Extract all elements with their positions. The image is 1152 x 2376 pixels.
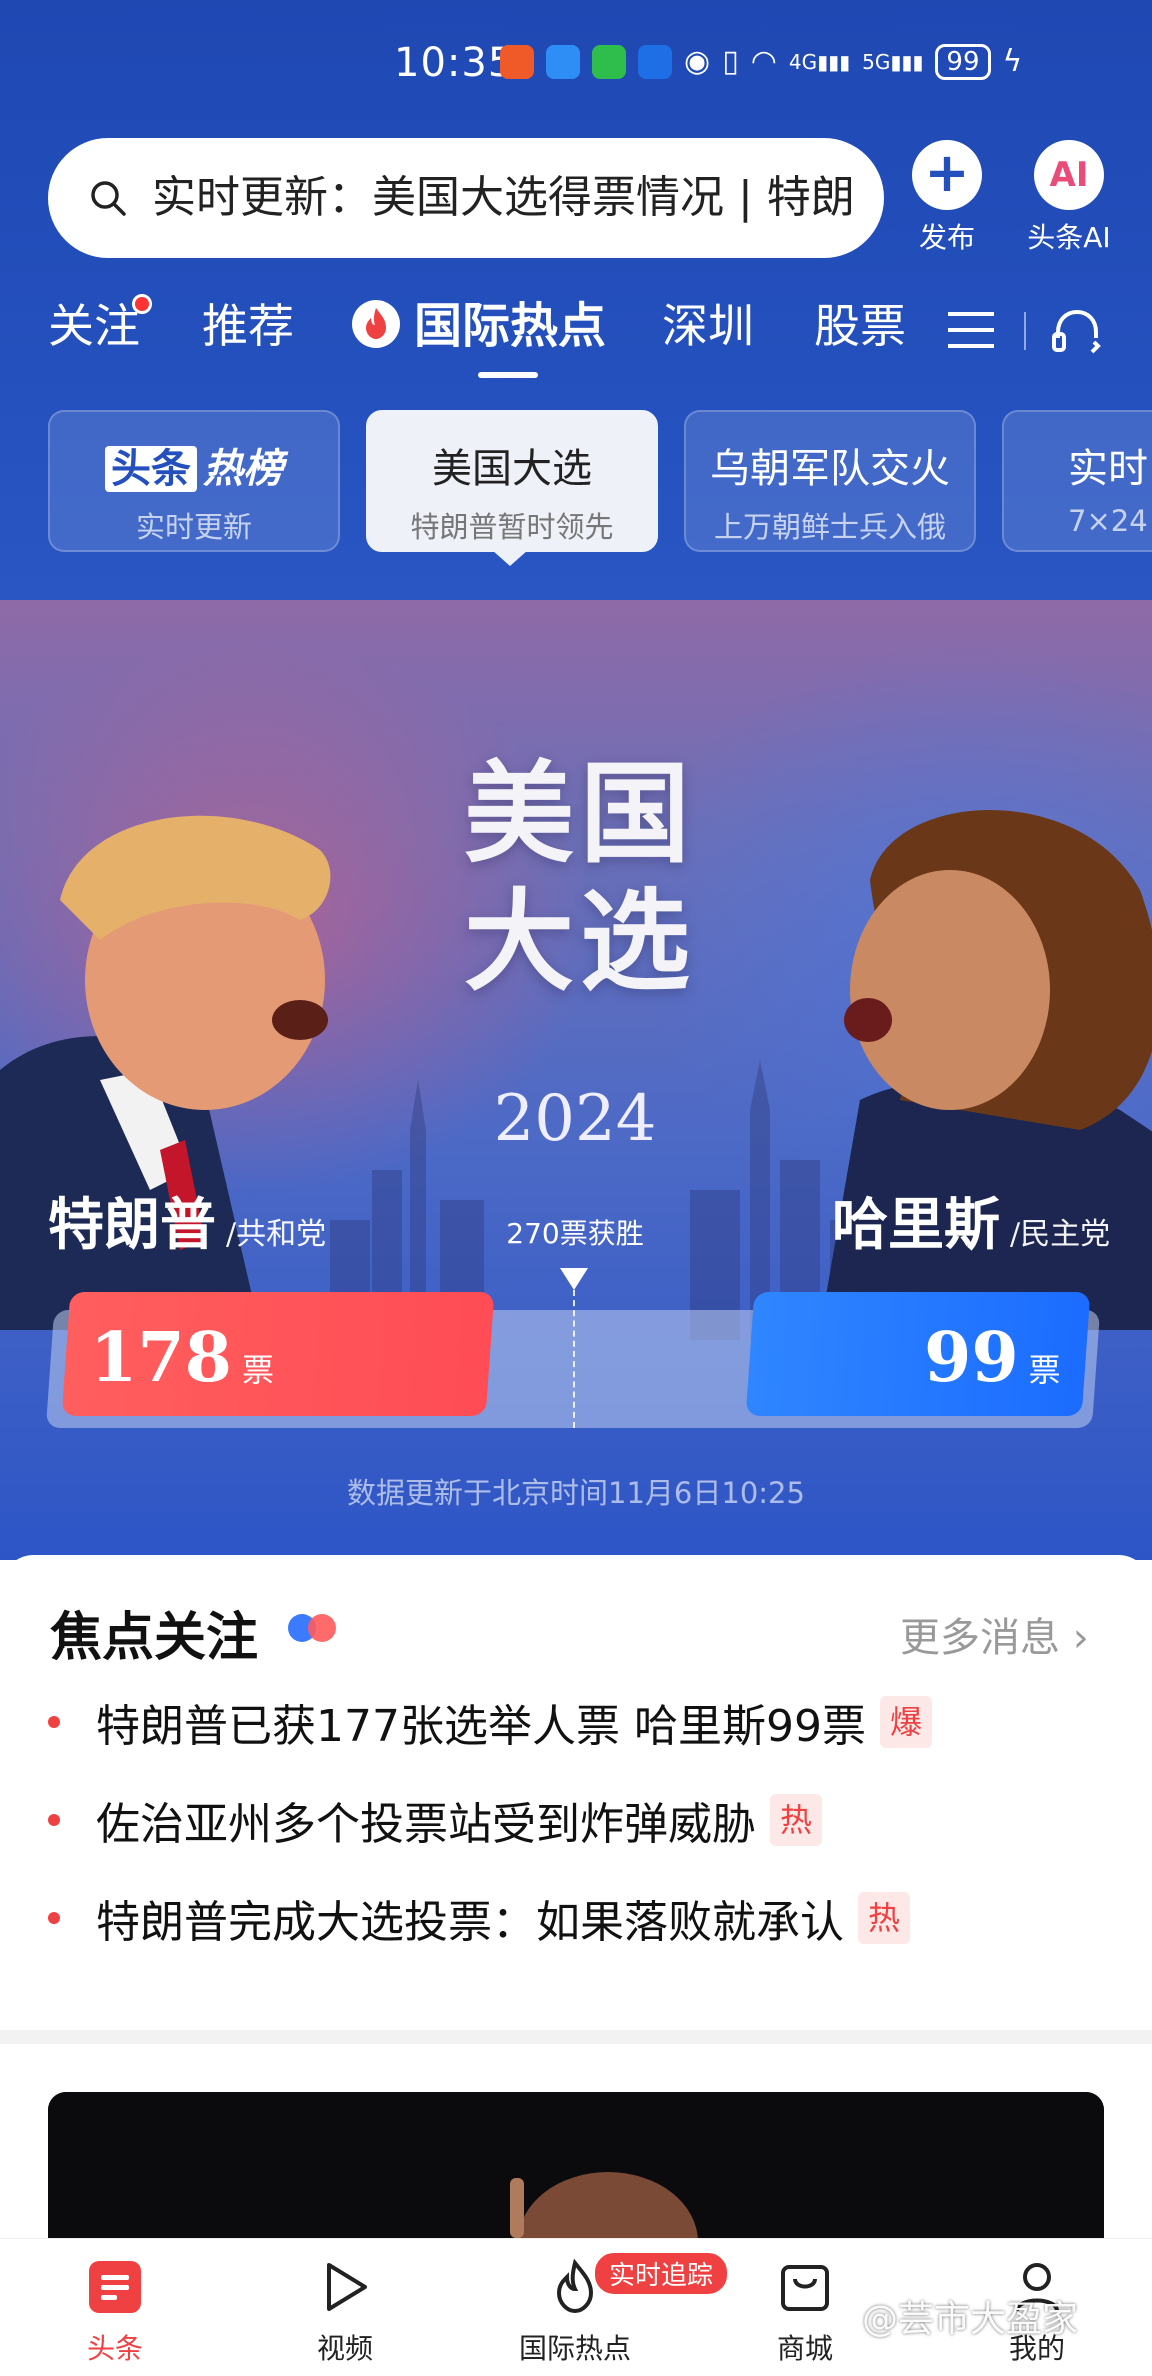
toutiao-ai-button[interactable]: AI 头条AI	[1008, 140, 1130, 260]
active-topic-pointer	[492, 550, 528, 566]
play-icon	[327, 2263, 367, 2311]
nav-video[interactable]: 视频	[270, 2257, 420, 2367]
nav-label: 商城	[776, 2332, 833, 2365]
search-suggestion-text: 实时更新：美国大选得票情况 | 特朗	[152, 172, 855, 223]
bullet	[48, 1912, 60, 1924]
plus-icon: +	[912, 140, 982, 210]
harris-vote-count: 99 票	[924, 1318, 1061, 1398]
hot-badge: 热	[770, 1794, 822, 1846]
update-timestamp: 数据更新于北京时间11月6日10:25	[347, 1476, 805, 1510]
nav-headlines[interactable]: 头条	[40, 2257, 190, 2367]
flame-icon	[352, 300, 400, 348]
topic-card-us-election[interactable]: 美国大选 特朗普暂时领先	[366, 410, 658, 552]
signal-5g-icon: 5G▮▮▮	[862, 50, 924, 74]
search-bar[interactable]: 实时更新：美国大选得票情况 | 特朗	[48, 138, 884, 258]
ai-label: 头条AI	[1027, 221, 1111, 254]
section-divider	[0, 2030, 1152, 2044]
menu-icon[interactable]	[948, 312, 994, 348]
hot-badge: 热	[858, 1892, 910, 1944]
trump-vote-count: 178 票	[90, 1318, 274, 1398]
topic-card-realtime[interactable]: 实时 7×24	[1002, 410, 1152, 552]
news-headline: 佐治亚州多个投票站受到炸弹威胁	[96, 1799, 756, 1850]
bullet	[48, 1716, 60, 1728]
win-threshold-label: 270票获胜	[506, 1217, 644, 1250]
topic-card-hot-list[interactable]: 头条 热榜 实时更新	[48, 410, 340, 552]
wechat-icon	[592, 45, 626, 79]
focus-panel: 焦点关注 更多消息 › 特朗普已获177张选举人票 哈里斯99票 爆 佐治亚州多…	[0, 1555, 1152, 2035]
app-notification-icon	[500, 45, 534, 79]
banner-year: 2024	[493, 1082, 657, 1156]
search-icon	[91, 181, 126, 216]
publish-button[interactable]: + 发布	[892, 140, 1002, 260]
unread-dot	[132, 294, 152, 314]
topic-subtitle: 7×24	[1068, 504, 1148, 538]
more-news-link[interactable]: 更多消息 ›	[900, 1605, 1089, 1663]
topic-title: 实时	[1068, 446, 1148, 492]
nav-label: 视频	[316, 2332, 373, 2365]
charging-icon: ϟ	[1002, 44, 1023, 79]
wifi-icon: ◠	[750, 44, 777, 79]
hot-list-logo: 头条 热榜	[50, 436, 338, 494]
nav-label: 国际热点	[518, 2332, 631, 2365]
video-card[interactable]	[48, 2092, 1104, 2242]
divider	[1024, 312, 1026, 350]
focus-title: 焦点关注	[50, 1608, 259, 1668]
topic-subtitle: 特朗普暂时领先	[410, 510, 614, 544]
vibrate-icon: ▯	[722, 44, 739, 79]
topic-subtitle: 实时更新	[135, 510, 252, 544]
tab-following[interactable]: 关注	[48, 294, 152, 354]
app-notification-icon	[638, 45, 672, 79]
publish-label: 发布	[918, 221, 975, 254]
eye-icon: ◉	[684, 44, 711, 79]
app-notification-icon	[546, 45, 580, 79]
status-time: 10:35	[394, 40, 515, 86]
news-headline: 特朗普已获177张选举人票 哈里斯99票	[96, 1701, 866, 1752]
focus-dots-icon	[288, 1614, 336, 1642]
status-icons: ◉ ▯ ◠ 4G▮▮▮ 5G▮▮▮ 99 ϟ	[500, 44, 1022, 80]
nav-mall[interactable]: 商城	[730, 2257, 880, 2367]
tab-recommend[interactable]: 推荐	[202, 298, 294, 354]
tab-shenzhen[interactable]: 深圳	[662, 298, 754, 354]
signal-4g-icon: 4G▮▮▮	[788, 50, 851, 74]
topic-subtitle: 上万朝鲜士兵入俄	[713, 510, 946, 544]
win-threshold-marker	[560, 1268, 588, 1290]
candidate-harris: 哈里斯/民主党	[832, 1192, 1111, 1258]
election-banner[interactable]: 美国 大选 2024 特朗普/共和党 哈里斯/民主党 270票获胜 178 票 9…	[0, 600, 1152, 1560]
shopping-bag-icon	[781, 2265, 829, 2311]
news-item[interactable]: 佐治亚州多个投票站受到炸弹威胁 热	[48, 1785, 822, 1855]
tab-international-hot[interactable]: 国际热点	[352, 298, 606, 354]
active-tab-indicator	[478, 372, 538, 378]
live-tracking-badge: 实时追踪	[592, 2250, 731, 2297]
watermark: @芸市大盈家	[862, 2299, 1079, 2340]
ai-icon: AI	[1034, 140, 1104, 210]
headlines-icon	[89, 2261, 141, 2313]
news-item[interactable]: 特朗普已获177张选举人票 哈里斯99票 爆	[48, 1687, 932, 1757]
news-item[interactable]: 特朗普完成大选投票：如果落败就承认 热	[48, 1883, 910, 1953]
topic-title: 美国大选	[432, 446, 592, 492]
topic-card-korea-conflict[interactable]: 乌朝军队交火 上万朝鲜士兵入俄	[684, 410, 976, 552]
news-headline: 特朗普完成大选投票：如果落败就承认	[96, 1897, 844, 1948]
nav-label: 头条	[86, 2332, 143, 2365]
status-bar: 10:35 ◉ ▯ ◠ 4G▮▮▮ 5G▮▮▮ 99 ϟ	[0, 30, 1152, 100]
explosive-badge: 爆	[879, 1696, 932, 1748]
headset-icon[interactable]	[1050, 306, 1104, 356]
bullet	[48, 1814, 60, 1826]
video-thumbnail	[48, 2092, 1104, 2242]
tab-stocks[interactable]: 股票	[814, 298, 906, 354]
candidate-trump: 特朗普/共和党	[48, 1192, 327, 1258]
banner-title: 美国 大选	[464, 749, 696, 1006]
topic-title: 乌朝军队交火	[710, 446, 950, 492]
win-threshold-line	[573, 1290, 575, 1428]
battery-icon: 99	[935, 44, 991, 80]
